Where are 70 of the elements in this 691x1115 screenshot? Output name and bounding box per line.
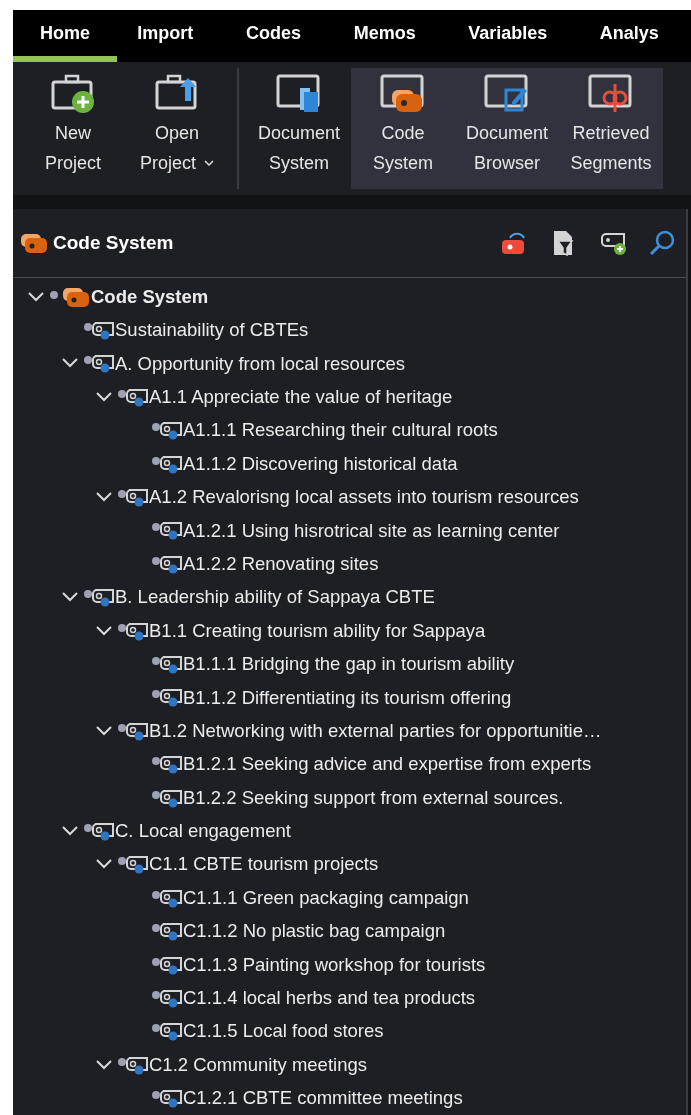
code-label[interactable]: C1.1.4 local herbs and tea products	[183, 984, 476, 1012]
code-icon	[83, 352, 115, 375]
code-icon	[151, 686, 183, 709]
code-label[interactable]: C1.1.1 Green packaging campaign	[183, 883, 469, 912]
ribbon-tab[interactable]: Variables	[448, 10, 568, 62]
code-label[interactable]: Code System	[91, 282, 209, 311]
briefcase-plus-icon	[50, 74, 96, 114]
code-label[interactable]: Sustainability of CBTEs	[115, 316, 309, 344]
document-edit-icon	[484, 74, 530, 114]
ribbon-tab[interactable]: Analys	[579, 10, 679, 62]
documents-icon	[276, 74, 322, 114]
code-label[interactable]: C. Local engagement	[115, 817, 291, 845]
tag-reset-icon[interactable]	[500, 230, 528, 256]
code-system-icon	[19, 232, 49, 254]
add-code-icon[interactable]	[598, 230, 628, 256]
code-icon	[117, 853, 149, 876]
code-label[interactable]: C1.1.3 Painting workshop for tourists	[183, 950, 486, 979]
code-label[interactable]: B. Leadership ability of Sappaya CBTE	[115, 583, 435, 612]
ribbon-button[interactable]: Document Browser	[455, 68, 559, 189]
chevron-icon[interactable]	[95, 1058, 113, 1071]
code-label[interactable]: C1.1.5 Local food stores	[183, 1017, 384, 1046]
code-label[interactable]: A. Opportunity from local resources	[115, 349, 405, 378]
chevron-icon[interactable]	[61, 591, 79, 604]
chevron-icon[interactable]	[61, 824, 79, 837]
chevron-icon[interactable]	[95, 624, 113, 637]
code-label[interactable]: B1.2.2 Seeking support from external sources.	[183, 783, 564, 812]
code-icon	[151, 1020, 183, 1043]
ribbon-tab[interactable]: Codes	[225, 10, 322, 62]
code-icon	[151, 653, 183, 675]
code-label[interactable]: C1.2.1 CBTE committee meetings	[183, 1084, 463, 1112]
code-icon	[151, 419, 183, 442]
code-label[interactable]: B1.1 Creating tourism ability for Sappaya	[149, 616, 486, 645]
code-label[interactable]: A1.1.1 Researching their cultural roots	[183, 416, 498, 445]
ribbon-button[interactable]: Document System	[247, 68, 351, 189]
code-label[interactable]: A1.2 Revalorisng local assets into tourism resources	[149, 483, 579, 511]
code-label[interactable]: B1.2 Networking with external parties for opportunitie…	[149, 716, 602, 745]
ribbon-button[interactable]: Open Project	[125, 68, 229, 189]
code-label[interactable]: B1.1.1 Bridging the gap in tourism ability	[183, 650, 515, 678]
ribbon-tab[interactable]: Memos	[333, 10, 437, 62]
segments-icon	[588, 74, 634, 114]
code-label[interactable]: C1.1.2 No plastic bag campaign	[183, 917, 446, 945]
chevron-icon[interactable]	[95, 858, 113, 871]
code-label[interactable]: A1.1 Appreciate the value of heritage	[149, 383, 453, 411]
code-icon	[117, 486, 149, 509]
code-system-icon	[49, 285, 91, 308]
code-icon	[151, 753, 183, 776]
code-label[interactable]: A1.1.2 Discovering historical data	[183, 449, 458, 478]
code-icon	[83, 586, 115, 609]
search-icon[interactable]	[648, 229, 676, 257]
code-label[interactable]: A1.2.2 Renovating sites	[183, 549, 379, 578]
chevron-icon[interactable]	[61, 357, 79, 370]
ribbon-tab[interactable]: Import	[117, 10, 214, 62]
chevron-icon[interactable]	[95, 390, 113, 403]
code-label[interactable]: C1.2 Community meetings	[149, 1050, 367, 1079]
chevron-icon[interactable]	[27, 290, 45, 303]
code-label[interactable]: B1.1.2 Differentiating its tourism offering	[183, 683, 512, 712]
code-tags-icon	[380, 74, 426, 114]
code-label[interactable]: A1.2.1 Using hisrotrical site as learning center	[183, 516, 560, 545]
chevron-icon[interactable]	[95, 491, 113, 504]
code-label[interactable]: C1.1 CBTE tourism projects	[149, 850, 379, 879]
ribbon-button[interactable]: New Project	[21, 68, 125, 189]
chevron-icon[interactable]	[95, 724, 113, 737]
code-icon	[151, 920, 183, 943]
code-icon	[83, 319, 115, 342]
code-icon	[151, 519, 183, 542]
code-label[interactable]: B1.2.1 Seeking advice and expertise from experts	[183, 750, 592, 779]
panel-title: Code System	[53, 230, 174, 255]
ribbon-button[interactable]: Retrieved Segments	[559, 68, 663, 189]
ribbon-button[interactable]: Code System	[351, 68, 455, 189]
code-icon	[151, 1087, 183, 1110]
